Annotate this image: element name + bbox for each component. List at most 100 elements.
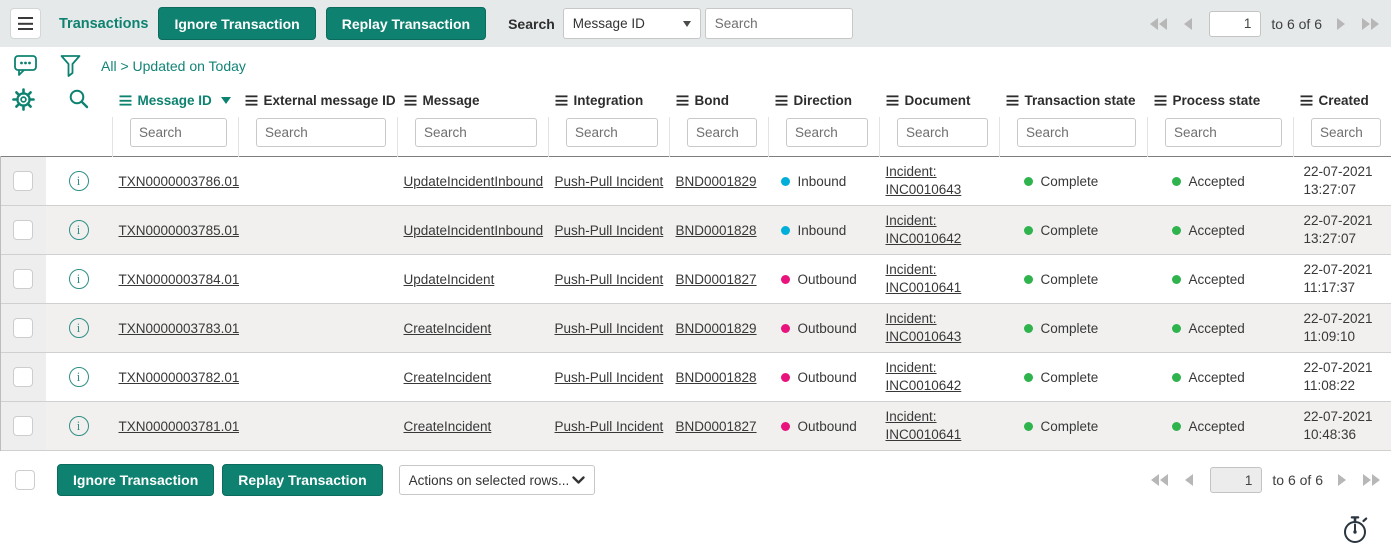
bond-link[interactable]: BND0001829 (676, 174, 757, 189)
comment-icon[interactable] (13, 54, 38, 77)
filter-input-direction[interactable] (786, 118, 868, 147)
filter-input-created[interactable] (1311, 118, 1381, 147)
column-header-external-message-id[interactable]: External message ID (245, 93, 396, 108)
column-header-transaction-state[interactable]: Transaction state (1006, 93, 1136, 108)
document-link[interactable]: Incident:INC0010642 (886, 212, 999, 248)
document-link[interactable]: Incident:INC0010643 (886, 163, 999, 199)
document-link[interactable]: Incident:INC0010641 (886, 408, 999, 444)
bond-link[interactable]: BND0001828 (676, 223, 757, 238)
column-header-process-state[interactable]: Process state (1154, 93, 1261, 108)
sort-desc-icon (221, 97, 231, 104)
direction-dot (781, 226, 790, 235)
column-header-direction[interactable]: Direction (775, 93, 853, 108)
row-checkbox[interactable] (13, 269, 33, 289)
bond-link[interactable]: BND0001829 (676, 321, 757, 336)
message-link[interactable]: UpdateIncidentInbound (404, 174, 544, 189)
info-icon[interactable]: i (69, 269, 89, 289)
document-link[interactable]: Incident:INC0010643 (886, 310, 999, 346)
filter-input-process-state[interactable] (1165, 118, 1282, 147)
prev-page-button[interactable] (1185, 474, 1193, 486)
timer-button[interactable] (1342, 512, 1370, 549)
filter-input-message-id[interactable] (130, 118, 227, 147)
column-header-integration[interactable]: Integration (555, 93, 644, 108)
filter-input-external-message-id[interactable] (256, 118, 386, 147)
page-title[interactable]: Transactions (59, 16, 148, 32)
column-header-message[interactable]: Message (404, 93, 480, 108)
column-header-created[interactable]: Created (1300, 93, 1369, 108)
next-page-button[interactable] (1337, 18, 1345, 30)
last-page-button[interactable] (1363, 474, 1380, 486)
table-row: i TXN0000003784.01 UpdateIncident Push-P… (1, 255, 1391, 304)
last-page-button[interactable] (1362, 18, 1379, 30)
table-row: i TXN0000003786.01 UpdateIncidentInbound… (1, 157, 1391, 206)
filter-input-transaction-state[interactable] (1017, 118, 1136, 147)
menu-button[interactable] (10, 8, 41, 39)
actions-dropdown[interactable]: Actions on selected rows... (399, 465, 595, 495)
message-id-link[interactable]: TXN0000003781.01 (119, 419, 239, 434)
gear-icon[interactable] (12, 88, 35, 111)
message-link[interactable]: CreateIncident (404, 419, 492, 434)
prev-page-button[interactable] (1184, 18, 1192, 30)
filter-input-message[interactable] (415, 118, 537, 147)
bond-link[interactable]: BND0001827 (676, 272, 757, 287)
replay-transaction-button-footer[interactable]: Replay Transaction (222, 464, 382, 496)
first-page-button[interactable] (1150, 18, 1167, 30)
document-link[interactable]: Incident:INC0010642 (886, 359, 999, 395)
column-header-message-id[interactable]: Message ID (119, 93, 231, 108)
ignore-transaction-button[interactable]: Ignore Transaction (158, 7, 315, 40)
breadcrumb[interactable]: All > Updated on Today (101, 58, 246, 74)
message-id-link[interactable]: TXN0000003784.01 (119, 272, 239, 287)
direction-dot (781, 422, 790, 431)
column-filter-row (1, 117, 1391, 157)
row-checkbox[interactable] (13, 171, 33, 191)
footer-action-bar: Ignore Transaction Replay Transaction Ac… (0, 463, 1391, 497)
message-id-link[interactable]: TXN0000003783.01 (119, 321, 239, 336)
search-icon[interactable] (68, 88, 90, 110)
toolbar-search-input[interactable] (705, 8, 853, 39)
page-number-input[interactable] (1210, 467, 1262, 493)
integration-link[interactable]: Push-Pull Incident (555, 174, 664, 189)
message-id-link[interactable]: TXN0000003785.01 (119, 223, 239, 238)
process-state-dot (1172, 422, 1181, 431)
next-page-button[interactable] (1338, 474, 1346, 486)
ignore-transaction-button-footer[interactable]: Ignore Transaction (57, 464, 214, 496)
integration-link[interactable]: Push-Pull Incident (555, 370, 664, 385)
row-checkbox[interactable] (13, 220, 33, 240)
filter-input-bond[interactable] (687, 118, 757, 147)
column-header-document[interactable]: Document (886, 93, 971, 108)
info-icon[interactable]: i (69, 220, 89, 240)
row-checkbox[interactable] (13, 318, 33, 338)
filter-funnel-icon[interactable] (59, 53, 82, 78)
first-page-button[interactable] (1151, 474, 1168, 486)
column-menu-icon (1300, 95, 1312, 105)
filter-input-integration[interactable] (566, 118, 658, 147)
direction-label: Outbound (798, 272, 857, 287)
info-icon[interactable]: i (69, 318, 89, 338)
message-link[interactable]: UpdateIncident (404, 272, 495, 287)
row-checkbox[interactable] (13, 416, 33, 436)
bond-link[interactable]: BND0001827 (676, 419, 757, 434)
column-header-bond[interactable]: Bond (676, 93, 730, 108)
integration-link[interactable]: Push-Pull Incident (555, 321, 664, 336)
filter-input-document[interactable] (897, 118, 988, 147)
info-icon[interactable]: i (69, 367, 89, 387)
integration-link[interactable]: Push-Pull Incident (555, 223, 664, 238)
message-link[interactable]: UpdateIncidentInbound (404, 223, 544, 238)
table-row: i TXN0000003783.01 CreateIncident Push-P… (1, 304, 1391, 353)
replay-transaction-button[interactable]: Replay Transaction (326, 7, 486, 40)
row-checkbox[interactable] (13, 367, 33, 387)
bond-link[interactable]: BND0001828 (676, 370, 757, 385)
info-icon[interactable]: i (69, 171, 89, 191)
column-menu-icon (676, 95, 688, 105)
message-id-link[interactable]: TXN0000003782.01 (119, 370, 239, 385)
page-number-input[interactable] (1209, 11, 1261, 37)
document-link[interactable]: Incident:INC0010641 (886, 261, 999, 297)
message-link[interactable]: CreateIncident (404, 370, 492, 385)
info-icon[interactable]: i (69, 416, 89, 436)
integration-link[interactable]: Push-Pull Incident (555, 272, 664, 287)
select-all-checkbox[interactable] (15, 470, 35, 490)
message-link[interactable]: CreateIncident (404, 321, 492, 336)
message-id-link[interactable]: TXN0000003786.01 (119, 174, 239, 189)
integration-link[interactable]: Push-Pull Incident (555, 419, 664, 434)
search-field-select[interactable]: Message ID (563, 8, 701, 39)
